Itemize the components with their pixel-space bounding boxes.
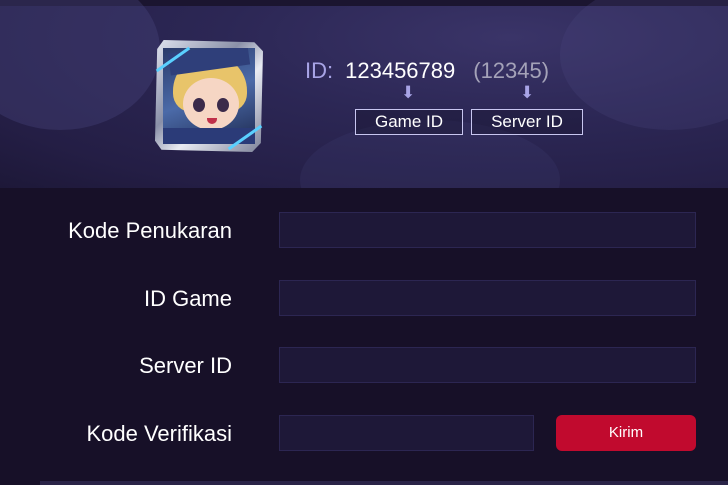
server-id-field[interactable]: [279, 347, 696, 383]
server-id-tag: Server ID: [471, 109, 583, 135]
arrow-down-icon: ⬇: [520, 83, 535, 102]
redeem-code-label: Kode Penukaran: [68, 218, 232, 243]
avatar-eye: [217, 98, 229, 112]
game-id-input[interactable]: [280, 281, 695, 315]
game-id-label: ID Game: [143, 286, 232, 311]
bottom-divider: [40, 481, 728, 485]
redeem-code-input[interactable]: [280, 213, 695, 247]
server-id-input[interactable]: [280, 348, 695, 382]
verification-code-field[interactable]: [279, 415, 534, 451]
background-art: [0, 0, 160, 130]
arrow-down-icon: ⬇: [401, 83, 416, 102]
avatar-image: [163, 48, 255, 144]
player-id-line: ID: 123456789 (12345): [305, 58, 549, 84]
avatar-eye: [193, 98, 205, 112]
verification-code-label: Kode Verifikasi: [86, 421, 232, 446]
verification-code-input[interactable]: [280, 416, 533, 450]
game-id-tag: Game ID: [355, 109, 463, 135]
redeem-code-field[interactable]: [279, 212, 696, 248]
background-art: [560, 0, 728, 130]
server-id-label: Server ID: [139, 353, 232, 378]
id-label: ID:: [305, 58, 334, 83]
server-id-value: (12345): [473, 58, 550, 83]
hero-avatar-icon: [155, 40, 263, 152]
game-id-field[interactable]: [279, 280, 696, 316]
account-header: ID: 123456789 (12345) ⬇ ⬇ Game ID Server I…: [0, 0, 728, 188]
submit-button[interactable]: Kirim: [556, 415, 696, 451]
game-id-value: 123456789: [345, 58, 456, 83]
